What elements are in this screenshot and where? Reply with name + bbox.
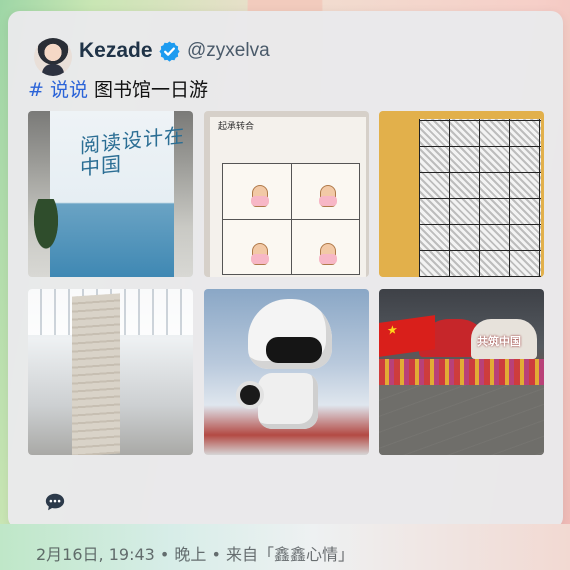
comic-figure xyxy=(319,185,337,207)
robot-body xyxy=(258,373,318,429)
post-body: 图书馆一日游 xyxy=(94,79,209,101)
verified-badge-icon xyxy=(159,41,180,62)
comic-figure xyxy=(251,243,269,265)
comic-panels xyxy=(222,163,360,275)
exhibit-panel-caption: 阅读设计在中国 xyxy=(80,122,185,180)
robot-ring xyxy=(236,381,264,409)
post-meta: 2月16日, 19:43 • 晚上 • 来自「鑫鑫心情」 xyxy=(36,545,355,564)
post-text: # 说说 图书馆一日游 xyxy=(28,75,208,102)
photo-night-plaza[interactable]: 共筑中国 xyxy=(379,289,544,455)
manga-pages xyxy=(419,119,541,277)
photo-atrium[interactable] xyxy=(28,289,193,455)
plaza-floor xyxy=(379,385,544,455)
comic-figure xyxy=(251,185,269,207)
flower-bed xyxy=(379,359,544,385)
username[interactable]: Kezade xyxy=(79,39,153,63)
post-card: Kezade @zyxelva # 说说 图书馆一日游 阅读设计在中国 起承转合 xyxy=(8,11,563,529)
photo-comic-page[interactable]: 起承转合 xyxy=(204,111,369,277)
photo-manga-display[interactable] xyxy=(379,111,544,277)
plant xyxy=(32,199,60,253)
comic-caption: 起承转合 xyxy=(218,122,255,132)
carved-wall xyxy=(72,293,120,455)
comic-figure xyxy=(319,243,337,265)
hashtag-link[interactable]: # 说说 xyxy=(28,79,88,101)
robot-visor xyxy=(266,337,322,363)
photo-library-exhibit[interactable]: 阅读设计在中国 xyxy=(28,111,193,277)
comment-bubble-icon[interactable] xyxy=(44,491,66,513)
sculpture-caption: 共筑中国 xyxy=(477,335,521,348)
user-handle[interactable]: @zyxelva xyxy=(187,40,270,62)
photo-robot-statue[interactable] xyxy=(204,289,369,455)
avatar[interactable] xyxy=(34,38,72,76)
